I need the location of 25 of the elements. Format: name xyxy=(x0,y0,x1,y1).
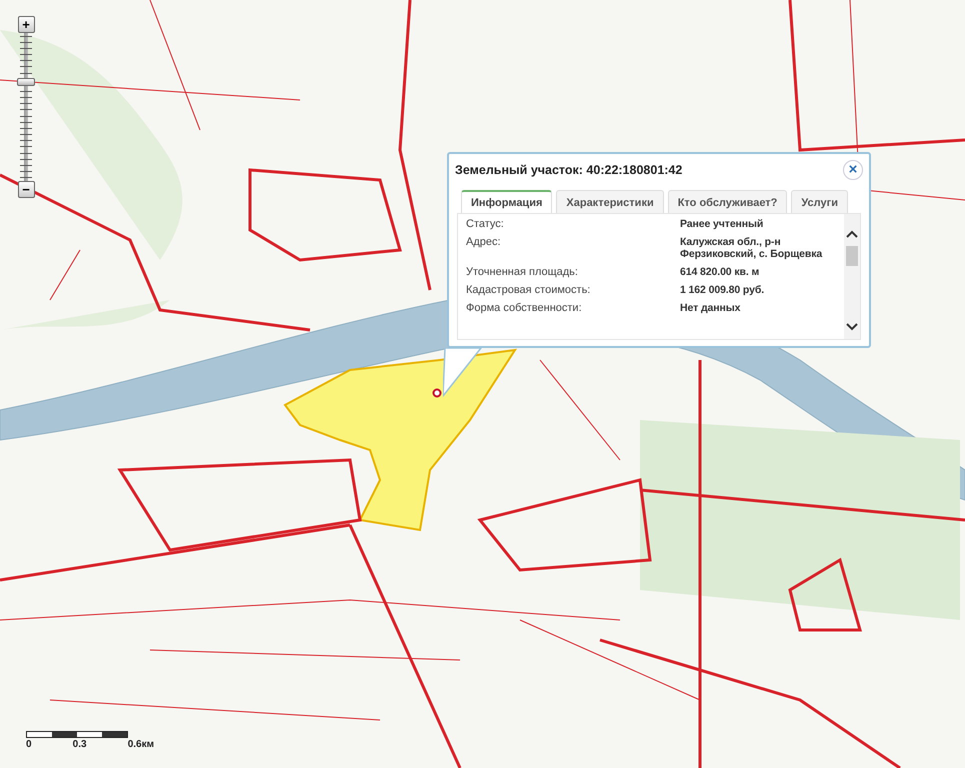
close-button[interactable]: × xyxy=(843,160,863,180)
scale-label: 0.6км xyxy=(128,739,154,750)
scroll-down-icon[interactable] xyxy=(846,323,858,331)
scale-label: 0 xyxy=(26,739,32,750)
tab[interactable]: Характеристики xyxy=(556,190,664,213)
field-label: Кадастровая стоимость: xyxy=(466,284,592,296)
field-value: Нет данных xyxy=(680,302,742,314)
scroll-thumb[interactable] xyxy=(846,246,858,266)
popup-title: Земельный участок: 40:22:180801:42 xyxy=(455,163,682,177)
zoom-out-button[interactable]: − xyxy=(18,181,34,198)
tab[interactable]: Услуги xyxy=(791,190,848,213)
field-value: 614 820.00 кв. м xyxy=(680,266,760,278)
tab[interactable]: Кто обслуживает? xyxy=(668,190,788,213)
field-label: Форма собственности: xyxy=(466,302,583,314)
field-value: Калужская обл., р-н Ферзиковский, с. Борщевка xyxy=(680,236,824,260)
scrollbar[interactable] xyxy=(844,214,860,339)
tab[interactable]: Информация xyxy=(461,190,552,213)
field-value: 1 162 009.80 руб. xyxy=(680,284,766,296)
field-label: Статус: xyxy=(466,218,505,230)
field-value: Ранее учтенный xyxy=(680,218,764,230)
scroll-up-icon[interactable] xyxy=(846,230,858,238)
field-label: Уточненная площадь: xyxy=(466,266,579,278)
scale-label: 0.3 xyxy=(72,739,87,750)
zoom-in-button[interactable]: + xyxy=(18,16,34,33)
field-label: Адрес: xyxy=(466,236,502,250)
